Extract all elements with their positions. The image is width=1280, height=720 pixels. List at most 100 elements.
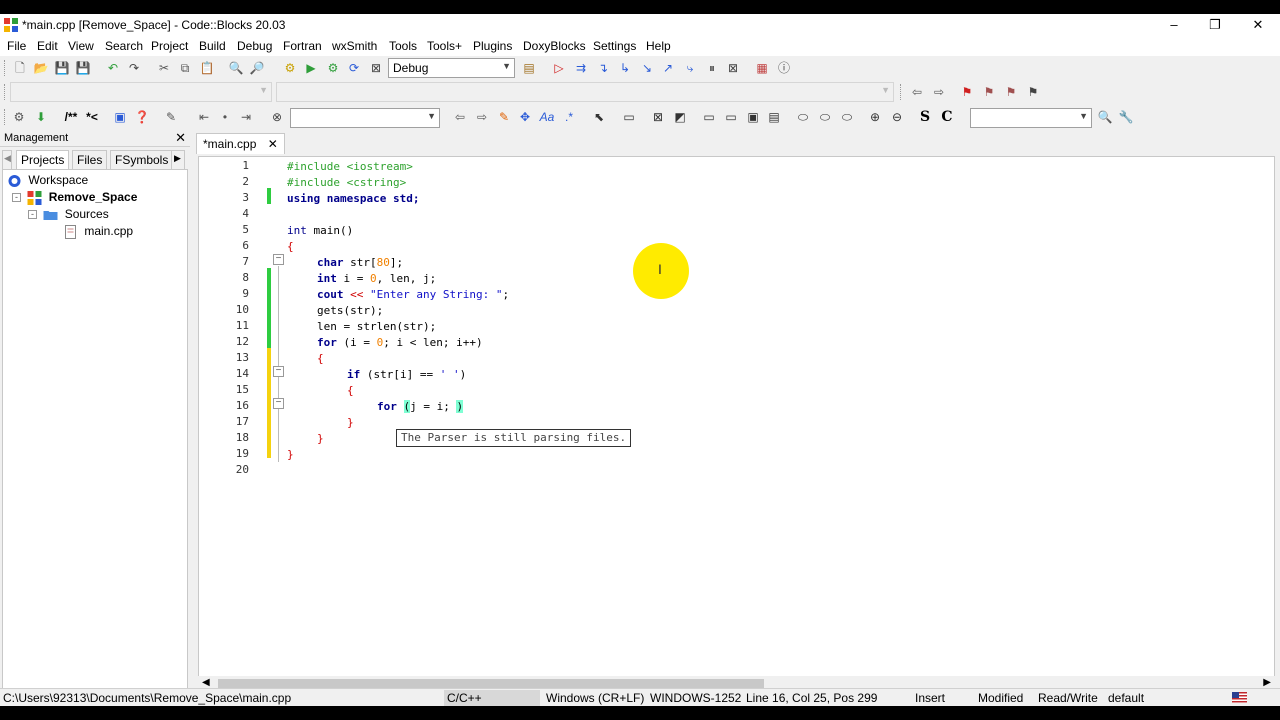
- tab-projects[interactable]: Projects: [16, 150, 70, 169]
- nassi-switch-icon[interactable]: ◩: [671, 108, 689, 126]
- nassi-continue-icon[interactable]: ⬭: [816, 108, 834, 126]
- new-file-icon[interactable]: 🗋: [11, 59, 29, 77]
- doxy-config-icon[interactable]: ✎: [162, 108, 180, 126]
- menu-tools[interactable]: Tools: [389, 39, 417, 53]
- next-bookmark-icon[interactable]: ⚑: [1002, 83, 1020, 101]
- close-button[interactable]: ✕: [1236, 14, 1280, 36]
- tab-main-cpp[interactable]: *main.cpp ✕: [196, 133, 285, 154]
- symbol-search-icon[interactable]: 🔍: [1096, 108, 1114, 126]
- tab-close-icon[interactable]: ✕: [268, 137, 278, 151]
- menu-wxsmith[interactable]: wxSmith: [332, 39, 377, 53]
- tabs-scroll-left-icon[interactable]: ◀: [2, 150, 12, 169]
- search-next-icon[interactable]: ⇨: [473, 108, 491, 126]
- management-close-button[interactable]: ✕: [175, 130, 186, 146]
- clear-bookmarks-icon[interactable]: ⚑: [1024, 83, 1042, 101]
- nassi-block-icon[interactable]: ▤: [765, 108, 783, 126]
- menu-debug[interactable]: Debug: [237, 39, 272, 53]
- open-folder-icon[interactable]: 📂: [32, 59, 50, 77]
- build-target-select[interactable]: Debug ▼: [388, 58, 515, 78]
- run-to-cursor-icon[interactable]: ⇉: [572, 59, 590, 77]
- toggle-comment-button[interactable]: C: [938, 108, 956, 126]
- symbol-search-input[interactable]: ▼: [970, 108, 1092, 128]
- incremental-search-input[interactable]: ▼: [290, 108, 440, 128]
- step-out-icon[interactable]: ↗: [659, 59, 677, 77]
- debug-start-icon[interactable]: ▷: [550, 59, 568, 77]
- last-item-icon[interactable]: ⇥: [237, 108, 255, 126]
- tab-files[interactable]: Files: [72, 150, 108, 169]
- zoom-out-icon[interactable]: ⊖: [888, 108, 906, 126]
- selected-text-icon[interactable]: ✥: [516, 108, 534, 126]
- save-all-icon[interactable]: 💾: [74, 59, 92, 77]
- pause-icon[interactable]: ⏸: [703, 59, 721, 77]
- toggle-source-button[interactable]: S: [916, 108, 934, 126]
- open-html-icon[interactable]: ▣: [111, 108, 129, 126]
- function-select[interactable]: ▼: [276, 82, 894, 102]
- menu-tools-plus[interactable]: Tools+: [427, 39, 462, 53]
- nassi-return-icon[interactable]: ⬭: [838, 108, 856, 126]
- prev-bookmark-icon[interactable]: ⚑: [980, 83, 998, 101]
- collapse-icon[interactable]: -: [12, 193, 21, 203]
- rebuild-icon[interactable]: ⟳: [345, 59, 363, 77]
- run-icon[interactable]: ▶: [302, 59, 320, 77]
- fold-toggle-icon[interactable]: −: [273, 398, 284, 409]
- menu-help[interactable]: Help: [646, 39, 671, 53]
- stop-debugger-icon[interactable]: ⊠: [724, 59, 742, 77]
- tabs-scroll-right-icon[interactable]: ▶: [171, 150, 185, 169]
- highlight-icon[interactable]: ✎: [495, 108, 513, 126]
- paste-icon[interactable]: 📋: [198, 59, 216, 77]
- tree-item-project[interactable]: - Remove_Space: [12, 190, 137, 206]
- step-into-icon[interactable]: ↘: [638, 59, 656, 77]
- debug-windows-icon[interactable]: ▦: [753, 59, 771, 77]
- menu-project[interactable]: Project: [151, 39, 188, 53]
- menu-build[interactable]: Build: [199, 39, 226, 53]
- scroll-left-icon[interactable]: ◀: [202, 677, 210, 688]
- dot-icon[interactable]: •: [216, 108, 234, 126]
- search-prev-icon[interactable]: ⇦: [451, 108, 469, 126]
- find-icon[interactable]: 🔍: [227, 59, 245, 77]
- menu-doxyblocks[interactable]: DoxyBlocks: [523, 39, 586, 53]
- copy-icon[interactable]: ⧉: [176, 59, 194, 77]
- menu-edit[interactable]: Edit: [37, 39, 58, 53]
- next-instruction-icon[interactable]: ↳: [616, 59, 634, 77]
- open-chm-icon[interactable]: ❓: [133, 108, 151, 126]
- extract-docs-icon[interactable]: ⬇: [32, 108, 50, 126]
- nassi-break-icon[interactable]: ⬭: [794, 108, 812, 126]
- nassi-if-icon[interactable]: ⊠: [649, 108, 667, 126]
- build-and-run-icon[interactable]: ⚙: [324, 59, 342, 77]
- menu-settings[interactable]: Settings: [593, 39, 636, 53]
- replace-icon[interactable]: 🔎: [248, 59, 266, 77]
- line-comment-button[interactable]: *<: [82, 108, 102, 126]
- select-pointer-icon[interactable]: ⬉: [590, 108, 608, 126]
- fold-toggle-icon[interactable]: −: [273, 254, 284, 265]
- minimize-button[interactable]: –: [1152, 14, 1196, 36]
- fold-toggle-icon[interactable]: −: [273, 366, 284, 377]
- menu-search[interactable]: Search: [105, 39, 143, 53]
- match-case-icon[interactable]: Aa: [538, 108, 556, 126]
- symbol-settings-icon[interactable]: 🔧: [1117, 108, 1135, 126]
- menu-view[interactable]: View: [68, 39, 94, 53]
- toggle-bookmark-icon[interactable]: ⚑: [958, 83, 976, 101]
- collapse-icon[interactable]: -: [28, 210, 37, 220]
- zoom-in-icon[interactable]: ⊕: [866, 108, 884, 126]
- nassi-dowhile-icon[interactable]: ▭: [722, 108, 740, 126]
- save-icon[interactable]: 💾: [53, 59, 71, 77]
- nassi-while-icon[interactable]: ▭: [700, 108, 718, 126]
- code-editor[interactable]: 1 2 3 4 5 6 7 8 9 10 11 12 13 14 15 16 1…: [198, 156, 1275, 678]
- clear-search-icon[interactable]: ⊗: [268, 108, 286, 126]
- tree-item-main-cpp[interactable]: main.cpp: [63, 224, 133, 240]
- tree-item-sources[interactable]: - Sources: [28, 207, 109, 223]
- build-gear-icon[interactable]: ⚙: [281, 59, 299, 77]
- doxywizard-icon[interactable]: ⚙: [10, 108, 28, 126]
- tree-item-workspace[interactable]: Workspace: [7, 173, 88, 189]
- jump-back-icon[interactable]: ⇦: [908, 83, 926, 101]
- menu-file[interactable]: File: [7, 39, 26, 53]
- menu-plugins[interactable]: Plugins: [473, 39, 512, 53]
- restore-button[interactable]: ❐: [1193, 14, 1237, 36]
- tab-fsymbols[interactable]: FSymbols: [110, 150, 174, 169]
- regex-icon[interactable]: .*: [560, 108, 578, 126]
- step-instruction-icon[interactable]: ⤷: [681, 59, 699, 77]
- menu-fortran[interactable]: Fortran: [283, 39, 322, 53]
- undo-icon[interactable]: ↶: [104, 59, 122, 77]
- jump-forward-icon[interactable]: ⇨: [930, 83, 948, 101]
- debug-info-icon[interactable]: ⓘ: [775, 59, 793, 77]
